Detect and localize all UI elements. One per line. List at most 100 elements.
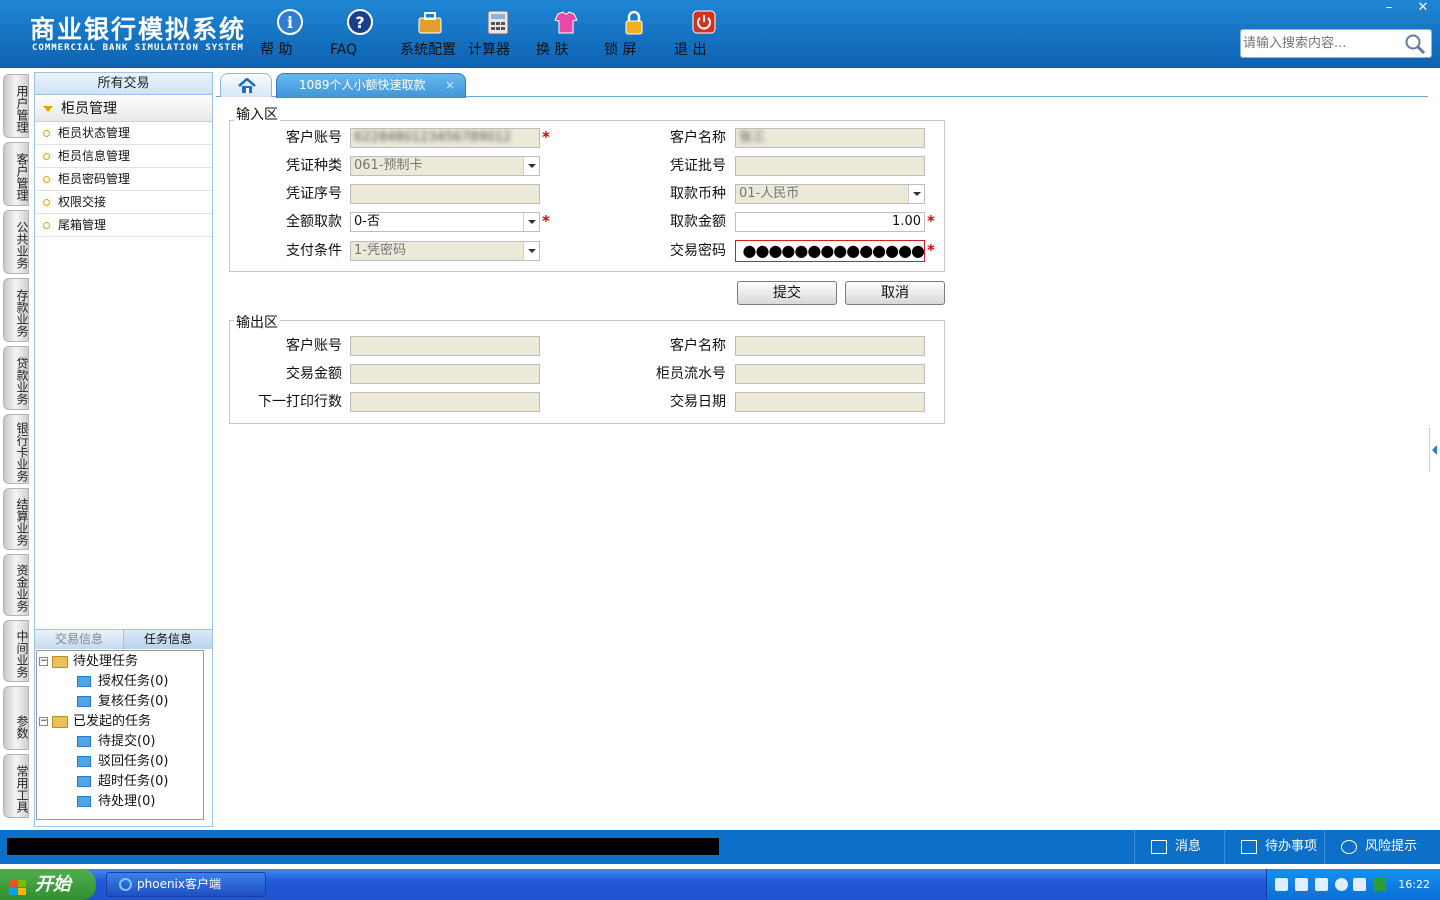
cancel-button[interactable]: 取消 bbox=[845, 281, 945, 305]
tree-node-review-tasks[interactable]: 复核任务(0) bbox=[77, 693, 168, 711]
help-button[interactable]: i 帮 助 bbox=[260, 8, 320, 58]
chevron-down-icon[interactable] bbox=[523, 157, 539, 175]
tree-node-timeout[interactable]: 超时任务(0) bbox=[77, 773, 168, 791]
menu-item-teller-password[interactable]: 柜员密码管理 bbox=[35, 168, 212, 191]
amount-label: 取款金额 bbox=[670, 214, 726, 230]
lock-screen-button[interactable]: 锁 屏 bbox=[604, 8, 664, 58]
chevron-down-icon[interactable] bbox=[523, 213, 539, 231]
help-tray-icon[interactable] bbox=[1295, 878, 1308, 891]
voucher-seq-field[interactable] bbox=[350, 184, 540, 204]
chevron-down-icon[interactable] bbox=[523, 242, 539, 260]
folder-icon bbox=[77, 696, 91, 707]
tree-node-initiated[interactable]: − 已发起的任务 bbox=[39, 713, 151, 731]
output-section-title: 输出区 bbox=[234, 312, 280, 332]
required-mark: * bbox=[927, 241, 935, 259]
mail-icon bbox=[1151, 839, 1167, 854]
close-icon[interactable]: × bbox=[445, 74, 455, 96]
collapse-icon[interactable]: − bbox=[39, 717, 48, 726]
out-name-label: 客户名称 bbox=[670, 338, 726, 354]
vtab-public-business[interactable]: 公共业务 bbox=[3, 210, 29, 274]
collapse-icon[interactable]: − bbox=[39, 657, 48, 666]
folder-icon bbox=[52, 715, 68, 728]
tree-node-rejected[interactable]: 驳回任务(0) bbox=[77, 753, 168, 771]
vtab-user-management[interactable]: 用户管理 bbox=[3, 74, 29, 138]
out-lines-label: 下一打印行数 bbox=[258, 394, 342, 410]
module-tabs: 用户管理 客户管理 公共业务 存款业务 贷款业务 银行卡业务 结算业务 资金业务… bbox=[0, 70, 30, 820]
panel-collapse-handle[interactable] bbox=[1429, 428, 1440, 472]
risk-button[interactable]: 风险提示 bbox=[1324, 830, 1440, 864]
voucher-batch-field[interactable] bbox=[735, 156, 925, 176]
home-tab[interactable] bbox=[220, 73, 272, 97]
system-config-button[interactable]: 系统配置 bbox=[400, 8, 460, 58]
exit-button[interactable]: 退 出 bbox=[674, 8, 734, 58]
network-icon[interactable] bbox=[1353, 878, 1366, 891]
keyboard-icon[interactable] bbox=[1275, 878, 1288, 891]
vtab-loan[interactable]: 贷款业务 bbox=[3, 346, 29, 410]
currency-select[interactable]: 01-人民币 bbox=[735, 184, 925, 204]
app-subtitle: COMMERCIAL BANK SIMULATION SYSTEM bbox=[32, 43, 244, 53]
vtab-customer-management[interactable]: 客户管理 bbox=[3, 142, 29, 206]
voucher-type-label: 凭证种类 bbox=[286, 158, 342, 174]
vtab-common-tools[interactable]: 常用工具 bbox=[3, 754, 29, 818]
lock-icon bbox=[620, 8, 648, 36]
vtab-settlement[interactable]: 结算业务 bbox=[3, 488, 29, 550]
menu-item-teller-info[interactable]: 柜员信息管理 bbox=[35, 145, 212, 168]
start-button[interactable]: 开始 bbox=[0, 869, 96, 900]
messages-button[interactable]: 消息 bbox=[1134, 830, 1224, 864]
vtab-bank-card[interactable]: 银行卡业务 bbox=[3, 414, 29, 484]
panel-header: 所有交易 bbox=[35, 73, 212, 95]
svg-text:i: i bbox=[287, 13, 293, 32]
folder-icon bbox=[77, 776, 91, 787]
menu-item-permission-handover[interactable]: 权限交接 bbox=[35, 191, 212, 214]
system-tray: 16:22 bbox=[1266, 869, 1440, 900]
skin-button[interactable]: 换 肤 bbox=[536, 8, 596, 58]
search-icon[interactable] bbox=[1404, 33, 1426, 55]
vtab-intermediary[interactable]: 中间业务 bbox=[3, 620, 29, 682]
app-title: 商业银行模拟系统 bbox=[30, 15, 247, 44]
clock: 16:22 bbox=[1398, 878, 1430, 891]
tree-node-to-submit[interactable]: 待提交(0) bbox=[77, 733, 155, 751]
svg-text:?: ? bbox=[355, 13, 364, 32]
app-tray-icon[interactable] bbox=[1373, 878, 1386, 891]
chevron-down-icon[interactable] bbox=[908, 185, 924, 203]
password-field[interactable]: ●●●●●●●●●●●●●● bbox=[735, 240, 925, 262]
folder-icon bbox=[52, 655, 68, 668]
tree-node-auth-tasks[interactable]: 授权任务(0) bbox=[77, 673, 168, 691]
vtab-parameters[interactable]: 参数 bbox=[3, 686, 29, 750]
menu-item-tail-box[interactable]: 尾箱管理 bbox=[35, 214, 212, 237]
chevron-left-icon[interactable] bbox=[1335, 878, 1348, 891]
pay-condition-select[interactable]: 1-凭密码 bbox=[350, 241, 540, 261]
menu-item-teller-status[interactable]: 柜员状态管理 bbox=[35, 122, 212, 145]
vtab-deposit[interactable]: 存款业务 bbox=[3, 278, 29, 342]
minimize-button[interactable]: – bbox=[1372, 0, 1406, 18]
menu-group-teller-management[interactable]: 柜员管理 bbox=[35, 96, 212, 122]
customer-name-field[interactable]: 张三 bbox=[735, 128, 925, 148]
info-icon: i bbox=[276, 8, 304, 36]
amount-field[interactable]: 1.00 bbox=[735, 212, 925, 232]
windows-logo-icon bbox=[9, 876, 27, 895]
transaction-panel: 所有交易 柜员管理 柜员状态管理 柜员信息管理 柜员密码管理 权限交接 尾箱管理… bbox=[34, 72, 213, 827]
todo-button[interactable]: 待办事项 bbox=[1224, 830, 1324, 864]
window-close-button[interactable]: ✕ bbox=[1406, 0, 1440, 18]
taskbar-app-phoenix[interactable]: phoenix客户端 bbox=[106, 872, 266, 897]
status-bar: 消息 待办事项 风险提示 bbox=[0, 830, 1440, 864]
checkbox-icon bbox=[1241, 839, 1257, 854]
work-tabs: 1089个人小额快速取款 × bbox=[216, 72, 1428, 98]
out-date-label: 交易日期 bbox=[670, 394, 726, 410]
vtab-funds[interactable]: 资金业务 bbox=[3, 554, 29, 616]
submit-button[interactable]: 提交 bbox=[737, 281, 837, 305]
tab-quick-withdrawal[interactable]: 1089个人小额快速取款 × bbox=[276, 73, 466, 98]
tree-node-pending[interactable]: − 待处理任务 bbox=[39, 653, 138, 671]
tab-trade-info[interactable]: 交易信息 bbox=[35, 630, 123, 649]
pay-condition-label: 支付条件 bbox=[286, 243, 342, 259]
full-withdraw-select[interactable]: 0-否 bbox=[350, 212, 540, 232]
calculator-button[interactable]: 计算器 bbox=[468, 8, 528, 58]
tab-task-info[interactable]: 任务信息 bbox=[123, 630, 212, 649]
tree-node-to-process[interactable]: 待处理(0) bbox=[77, 793, 155, 811]
faq-button[interactable]: ? FAQ bbox=[330, 8, 390, 58]
voucher-type-select[interactable]: 061-预制卡 bbox=[350, 156, 540, 176]
usb-icon[interactable] bbox=[1315, 878, 1328, 891]
search-input[interactable] bbox=[1243, 33, 1403, 54]
account-field[interactable]: 6228480123456789012 bbox=[350, 128, 540, 148]
os-taskbar: 开始 phoenix客户端 16:22 bbox=[0, 869, 1440, 900]
